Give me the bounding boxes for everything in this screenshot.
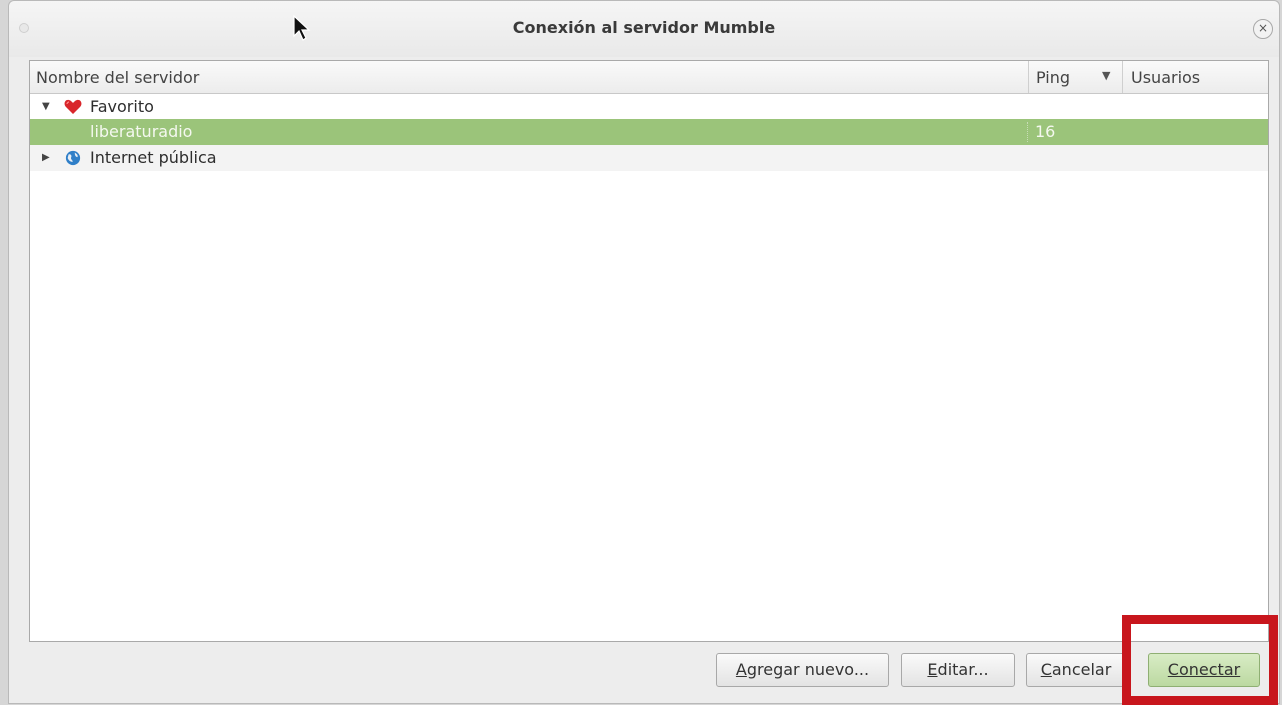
server-name: liberaturadio [90,122,193,141]
server-list-header: Nombre del servidor Ping ▼ Usuarios [30,61,1268,94]
button-label: ditar... [937,660,989,679]
expand-arrow-icon[interactable]: ▼ [42,101,50,112]
tree-group-label: Internet pública [90,148,217,167]
column-divider[interactable] [1028,61,1029,93]
edit-button[interactable]: Editar... [901,653,1015,687]
mnemonic-letter: A [735,660,747,679]
tree-group-public-internet[interactable]: ▶ Internet pública [30,145,1268,171]
globe-icon [65,150,81,166]
tree-group-favorites[interactable]: ▼ Favorito [30,94,1268,120]
column-divider[interactable] [1122,61,1123,93]
heart-icon [64,99,82,114]
column-header-users[interactable]: Usuarios [1131,68,1200,87]
mouse-pointer-icon [293,14,311,41]
add-new-button[interactable]: Agregar nuevo... [716,653,889,687]
tree-group-label: Favorito [90,97,154,116]
mnemonic-letter: C [1040,660,1052,679]
button-label: gregar nuevo... [746,660,870,679]
sort-descending-icon: ▼ [1102,69,1111,82]
server-ping: 16 [1035,122,1056,141]
window-title: Conexión al servidor Mumble [512,18,776,37]
cell-divider [1027,122,1029,142]
server-row-liberaturadio[interactable]: liberaturadio 16 [30,119,1268,145]
annotation-highlight-box [1122,615,1278,705]
column-header-ping[interactable]: Ping [1036,68,1070,87]
server-list[interactable]: Nombre del servidor Ping ▼ Usuarios ▼ Fa… [29,60,1269,642]
column-header-server-name[interactable]: Nombre del servidor [36,68,199,87]
cancel-button[interactable]: Cancelar [1026,653,1126,687]
mnemonic-letter: E [927,660,938,679]
collapse-arrow-icon[interactable]: ▶ [42,152,50,163]
button-label: ancelar [1051,660,1112,679]
title-bar[interactable]: Conexión al servidor Mumble × [9,1,1279,57]
mumble-connect-dialog: Conexión al servidor Mumble × Nombre del… [8,0,1280,704]
close-icon[interactable]: × [1253,19,1273,39]
